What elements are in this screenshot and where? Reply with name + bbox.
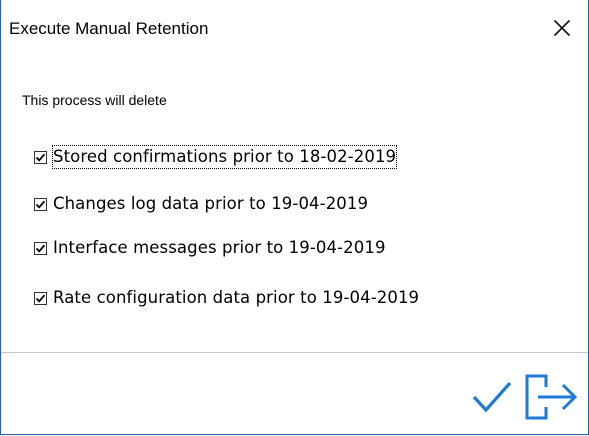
stored-confirmations-checkbox[interactable]: [34, 150, 47, 164]
exit-button[interactable]: [524, 373, 578, 421]
checkmark-icon: [35, 153, 46, 162]
confirm-button[interactable]: [471, 376, 513, 418]
exit-icon: [525, 374, 578, 420]
option-rate-configuration[interactable]: Rate configuration data prior to 19-04-2…: [34, 286, 419, 310]
option-stored-confirmations[interactable]: Stored confirmations prior to 18-02-2019: [34, 145, 398, 169]
rate-configuration-label: Rate configuration data prior to 19-04-2…: [53, 288, 420, 307]
changes-log-label: Changes log data prior to 19-04-2019: [53, 194, 369, 213]
checkmark-icon: [35, 294, 46, 303]
option-interface-messages[interactable]: Interface messages prior to 19-04-2019: [34, 236, 386, 260]
checkmark-icon: [472, 381, 512, 413]
rate-configuration-checkbox[interactable]: [34, 291, 47, 305]
interface-messages-label: Interface messages prior to 19-04-2019: [53, 238, 386, 257]
close-icon: [553, 19, 571, 37]
checkmark-icon: [35, 200, 46, 209]
retention-dialog: Execute Manual Retention This process wi…: [0, 0, 589, 435]
close-button[interactable]: [550, 14, 574, 42]
dialog-title: Execute Manual Retention: [9, 19, 209, 38]
footer-divider: [1, 352, 588, 353]
intro-text: This process will delete: [22, 92, 167, 108]
changes-log-checkbox[interactable]: [34, 197, 47, 211]
checkmark-icon: [35, 244, 46, 253]
stored-confirmations-label: Stored confirmations prior to 18-02-2019: [51, 145, 398, 169]
interface-messages-checkbox[interactable]: [34, 241, 47, 255]
option-changes-log[interactable]: Changes log data prior to 19-04-2019: [34, 192, 368, 216]
